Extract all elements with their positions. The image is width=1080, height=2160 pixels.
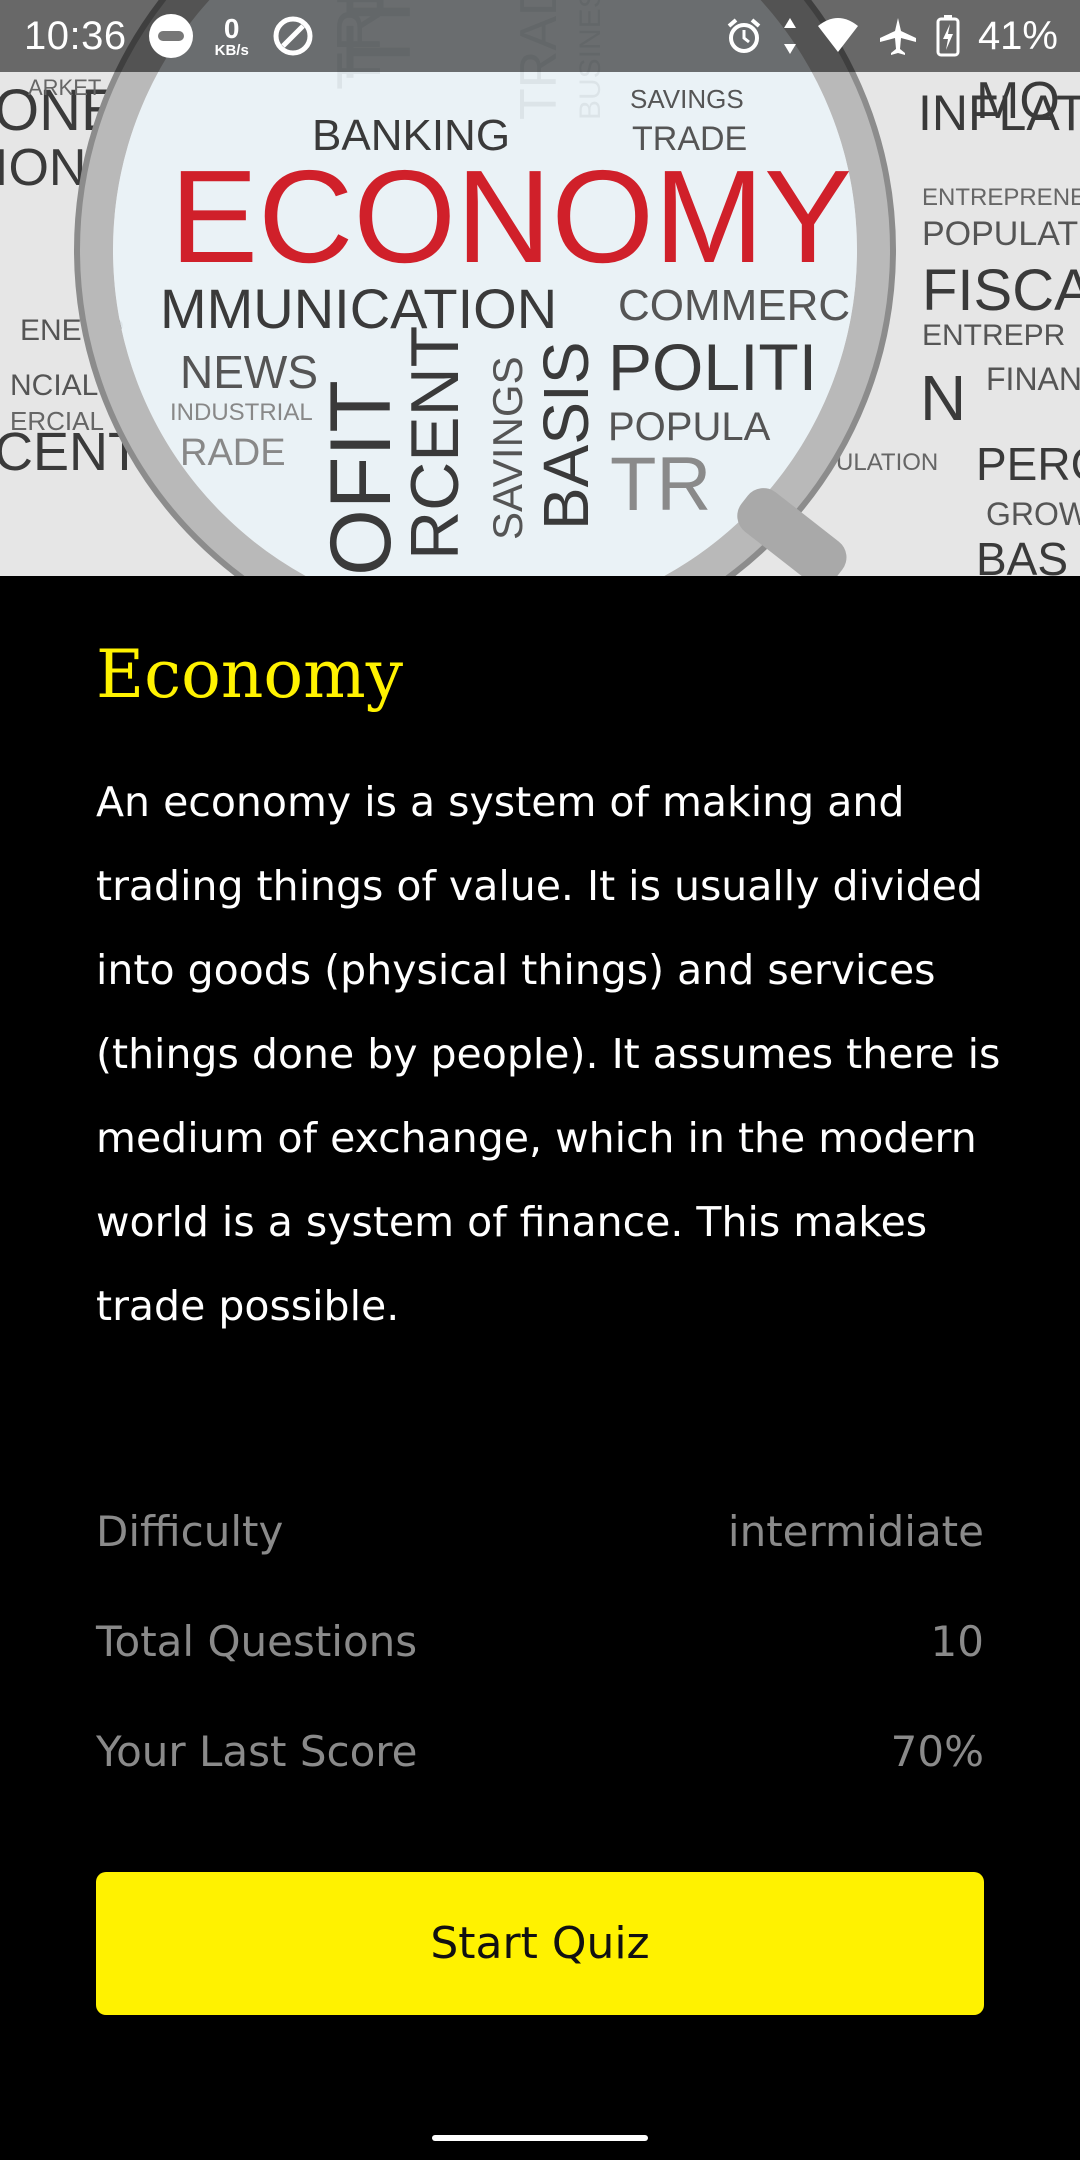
svg-text:OFIT: OFIT xyxy=(313,380,409,576)
stat-label: Your Last Score xyxy=(96,1726,418,1776)
data-transfer-icon xyxy=(783,18,796,54)
quiz-title: Economy xyxy=(96,636,403,713)
svg-text:POLITI: POLITI xyxy=(608,330,817,404)
svg-text:BASIS: BASIS xyxy=(530,341,602,530)
svg-text:SAVINGS: SAVINGS xyxy=(630,84,744,114)
stat-row-difficulty: Difficulty intermidiate xyxy=(96,1476,984,1586)
stat-row-last-score: Your Last Score 70% xyxy=(96,1696,984,1806)
data-saver-icon xyxy=(273,16,313,56)
svg-text:FINAN: FINAN xyxy=(986,361,1080,397)
start-quiz-button[interactable]: Start Quiz xyxy=(96,1872,984,2015)
status-time: 10:36 xyxy=(24,13,127,58)
svg-text:ION: ION xyxy=(0,139,86,197)
svg-text:TR: TR xyxy=(610,442,711,527)
stat-value: 10 xyxy=(930,1616,984,1666)
quiz-description: An economy is a system of making and tra… xyxy=(96,778,1001,1330)
economy-hero-image: ONE ION CENT ARKET ENEUR NCIAL ERCIAL IN… xyxy=(0,0,1080,576)
battery-charging-icon xyxy=(936,15,960,57)
quiz-stats: Difficulty intermidiate Total Questions … xyxy=(96,1476,984,1806)
airplane-mode-icon xyxy=(879,18,916,55)
svg-text:NCIAL: NCIAL xyxy=(10,369,98,402)
wifi-icon xyxy=(817,18,858,52)
svg-text:RADE: RADE xyxy=(180,432,286,474)
svg-text:GROW: GROW xyxy=(986,496,1080,532)
stat-value: 70% xyxy=(890,1726,984,1776)
svg-text:MO: MO xyxy=(976,72,1060,130)
svg-text:PERC: PERC xyxy=(976,438,1080,490)
battery-percentage: 41% xyxy=(977,13,1058,58)
svg-text:N: N xyxy=(920,362,966,434)
stat-row-total-questions: Total Questions 10 xyxy=(96,1586,984,1696)
status-bar: 10:36 0 KB/s 41% xyxy=(0,0,1080,72)
svg-text:ECONOMY: ECONOMY xyxy=(170,143,852,290)
network-speed-indicator: 0 KB/s xyxy=(214,12,249,59)
network-speed-value: 0 xyxy=(223,12,240,44)
stat-label: Difficulty xyxy=(96,1506,284,1556)
svg-text:POPULATIO: POPULATIO xyxy=(922,215,1080,253)
stat-value: intermidiate xyxy=(727,1506,984,1556)
svg-text:MMUNICATION: MMUNICATION xyxy=(160,277,557,340)
svg-text:INDUSTRIAL: INDUSTRIAL xyxy=(170,399,313,426)
svg-text:ERCIAL: ERCIAL xyxy=(10,406,104,436)
svg-text:FISCA: FISCA xyxy=(922,258,1080,323)
svg-text:ENTREPRENE: ENTREPRENE xyxy=(922,184,1080,211)
svg-text:RCENT: RCENT xyxy=(397,326,473,560)
network-speed-unit: KB/s xyxy=(214,41,249,59)
svg-text:ENTREPR: ENTREPR xyxy=(922,319,1065,352)
alarm-icon xyxy=(727,18,761,53)
svg-text:BAS: BAS xyxy=(976,533,1068,576)
home-indicator[interactable] xyxy=(432,2135,648,2141)
svg-text:NEWS: NEWS xyxy=(180,346,318,398)
svg-text:ARKET: ARKET xyxy=(28,75,101,100)
svg-text:COMMERC: COMMERC xyxy=(618,281,850,330)
stat-label: Total Questions xyxy=(96,1616,418,1666)
app-notification-icon xyxy=(148,14,193,58)
svg-text:SAVINGS: SAVINGS xyxy=(484,356,531,540)
